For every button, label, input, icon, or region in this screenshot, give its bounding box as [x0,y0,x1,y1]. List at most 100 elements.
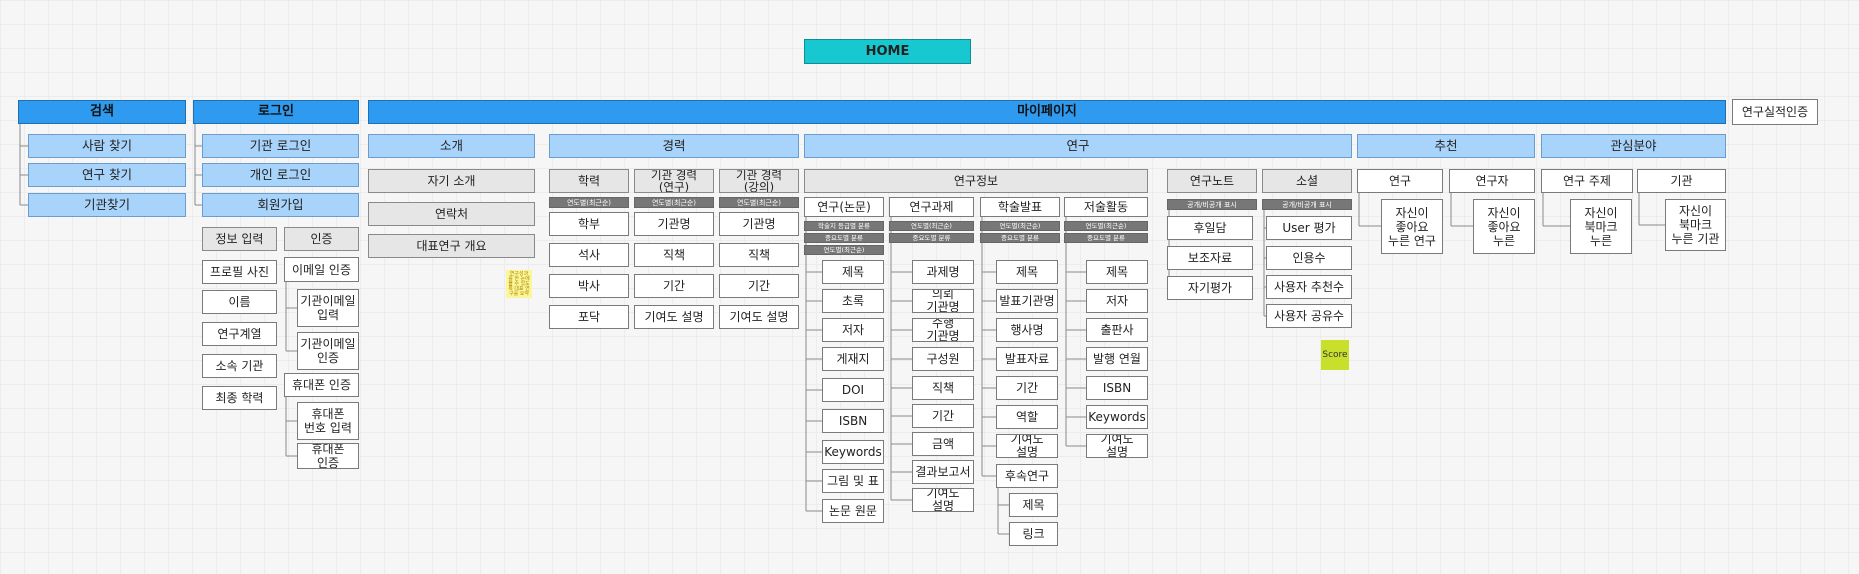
research-position[interactable]: 직책 [634,243,714,267]
bookmarked-institution[interactable]: 자신이 북마크 누른 기관 [1665,199,1726,251]
presentation-event[interactable]: 행사명 [996,318,1058,342]
lecture-contribution[interactable]: 기여도 설명 [719,305,799,329]
paper-keywords[interactable]: Keywords [822,440,884,464]
phone-verify[interactable]: 휴대폰 인증 [297,443,359,469]
career-research[interactable]: 기관 경력(연구) [634,169,714,193]
writings-header[interactable]: 저술활동 [1064,197,1148,217]
education-postdoc[interactable]: 포닥 [549,305,629,329]
project-client[interactable]: 의뢰 기관명 [912,289,974,313]
project-contribution[interactable]: 기여도 설명 [912,488,974,512]
lecture-org-name[interactable]: 기관명 [719,212,799,236]
research-contribution[interactable]: 기여도 설명 [634,305,714,329]
institution-login[interactable]: 기관 로그인 [202,134,359,158]
name-field[interactable]: 이름 [202,290,277,314]
project-position[interactable]: 직책 [912,376,974,400]
representative-research[interactable]: 대표연구 개요 [368,234,535,258]
notes-supplement[interactable]: 보조자료 [1167,246,1253,270]
institution-email-verify[interactable]: 기관이메일 인증 [297,332,359,370]
liked-research[interactable]: 자신이 좋아요 누른 연구 [1381,199,1443,254]
signup[interactable]: 회원가입 [202,193,359,217]
paper-authors[interactable]: 저자 [822,318,884,342]
paper-fulltext[interactable]: 논문 원문 [822,499,884,523]
self-intro[interactable]: 자기 소개 [368,169,535,193]
search-research[interactable]: 연구 찾기 [28,163,186,187]
phone-number-input[interactable]: 휴대폰 번호 입력 [297,402,359,440]
paper-abstract[interactable]: 초록 [822,289,884,313]
career-lecture[interactable]: 기관 경력(강의) [719,169,799,193]
signup-auth[interactable]: 인증 [284,227,359,251]
projects-header[interactable]: 연구과제 [889,197,974,217]
lecture-period[interactable]: 기간 [719,274,799,298]
profile-photo[interactable]: 프로필 사진 [202,260,277,284]
research-info[interactable]: 연구정보 [804,169,1148,193]
recommend-count[interactable]: 사용자 추천수 [1266,275,1352,299]
project-executor[interactable]: 수행 기관명 [912,318,974,342]
mypage-header[interactable]: 마이페이지 [368,100,1726,124]
career-header[interactable]: 경력 [549,134,799,158]
writing-isbn[interactable]: ISBN [1086,376,1148,400]
search-institution[interactable]: 기관찾기 [28,193,186,217]
notes-self-eval[interactable]: 자기평가 [1167,276,1253,300]
presentations-header[interactable]: 학술발표 [980,197,1060,217]
login-header[interactable]: 로그인 [193,100,359,124]
project-members[interactable]: 구성원 [912,347,974,371]
interest-topic[interactable]: 연구 주제 [1541,169,1633,193]
writing-title[interactable]: 제목 [1086,260,1148,284]
paper-doi[interactable]: DOI [822,378,884,402]
project-name[interactable]: 과제명 [912,260,974,284]
education-bachelor[interactable]: 학부 [549,212,629,236]
affiliation-field[interactable]: 소속 기관 [202,354,277,378]
followup-title[interactable]: 제목 [1009,493,1058,517]
research-cert-button[interactable]: 연구실적인증 [1732,99,1818,125]
presentation-title[interactable]: 제목 [996,260,1058,284]
presentation-period[interactable]: 기간 [996,376,1058,400]
writing-publisher[interactable]: 출판사 [1086,318,1148,342]
project-period[interactable]: 기간 [912,404,974,428]
paper-title[interactable]: 제목 [822,260,884,284]
intro-header[interactable]: 소개 [368,134,535,158]
email-auth[interactable]: 이메일 인증 [284,257,359,282]
social[interactable]: 소셜 [1262,169,1352,193]
search-header[interactable]: 검색 [18,100,186,124]
writing-pub-date[interactable]: 발행 연월 [1086,347,1148,371]
liked-researcher[interactable]: 자신이 좋아요 누른 [1473,199,1535,254]
paper-figures[interactable]: 그림 및 표 [822,469,884,493]
research-header[interactable]: 연구 [804,134,1352,158]
user-rating[interactable]: User 평가 [1266,216,1352,240]
writing-contribution[interactable]: 기여도 설명 [1086,434,1148,458]
contact[interactable]: 연락처 [368,202,535,226]
research-org-name[interactable]: 기관명 [634,212,714,236]
bookmarked-topic[interactable]: 자신이 북마크 누른 [1570,199,1632,254]
phone-auth[interactable]: 휴대폰 인증 [284,373,359,397]
followup-link[interactable]: 링크 [1009,522,1058,546]
project-amount[interactable]: 금액 [912,432,974,456]
share-count[interactable]: 사용자 공유수 [1266,304,1352,328]
interest-header[interactable]: 관심분야 [1541,134,1726,158]
presentation-org[interactable]: 발표기관명 [996,289,1058,313]
project-report[interactable]: 결과보고서 [912,460,974,484]
paper-journal[interactable]: 게재지 [822,347,884,371]
institution-email-input[interactable]: 기관이메일 입력 [297,289,359,327]
signup-info-input[interactable]: 정보 입력 [202,227,277,251]
writing-authors[interactable]: 저자 [1086,289,1148,313]
education-phd[interactable]: 박사 [549,274,629,298]
search-people[interactable]: 사람 찾기 [28,134,186,158]
paper-isbn[interactable]: ISBN [822,409,884,433]
recommend-header[interactable]: 추천 [1357,134,1535,158]
presentation-contribution[interactable]: 기여도 설명 [996,434,1058,458]
writing-keywords[interactable]: Keywords [1086,405,1148,429]
research-field[interactable]: 연구계열 [202,322,277,346]
education-master[interactable]: 석사 [549,243,629,267]
degree-field[interactable]: 최종 학력 [202,386,277,410]
career-education[interactable]: 학력 [549,169,629,193]
followup-research[interactable]: 후속연구 [996,464,1058,488]
recommend-research[interactable]: 연구 [1357,169,1443,193]
home-node[interactable]: HOME [804,39,971,64]
presentation-material[interactable]: 발표자료 [996,347,1058,371]
research-notes[interactable]: 연구노트 [1167,169,1257,193]
citation-count[interactable]: 인용수 [1266,246,1352,270]
research-period[interactable]: 기간 [634,274,714,298]
notes-afterword[interactable]: 후일담 [1167,216,1253,240]
papers-header[interactable]: 연구(논문) [804,197,884,217]
personal-login[interactable]: 개인 로그인 [202,163,359,187]
